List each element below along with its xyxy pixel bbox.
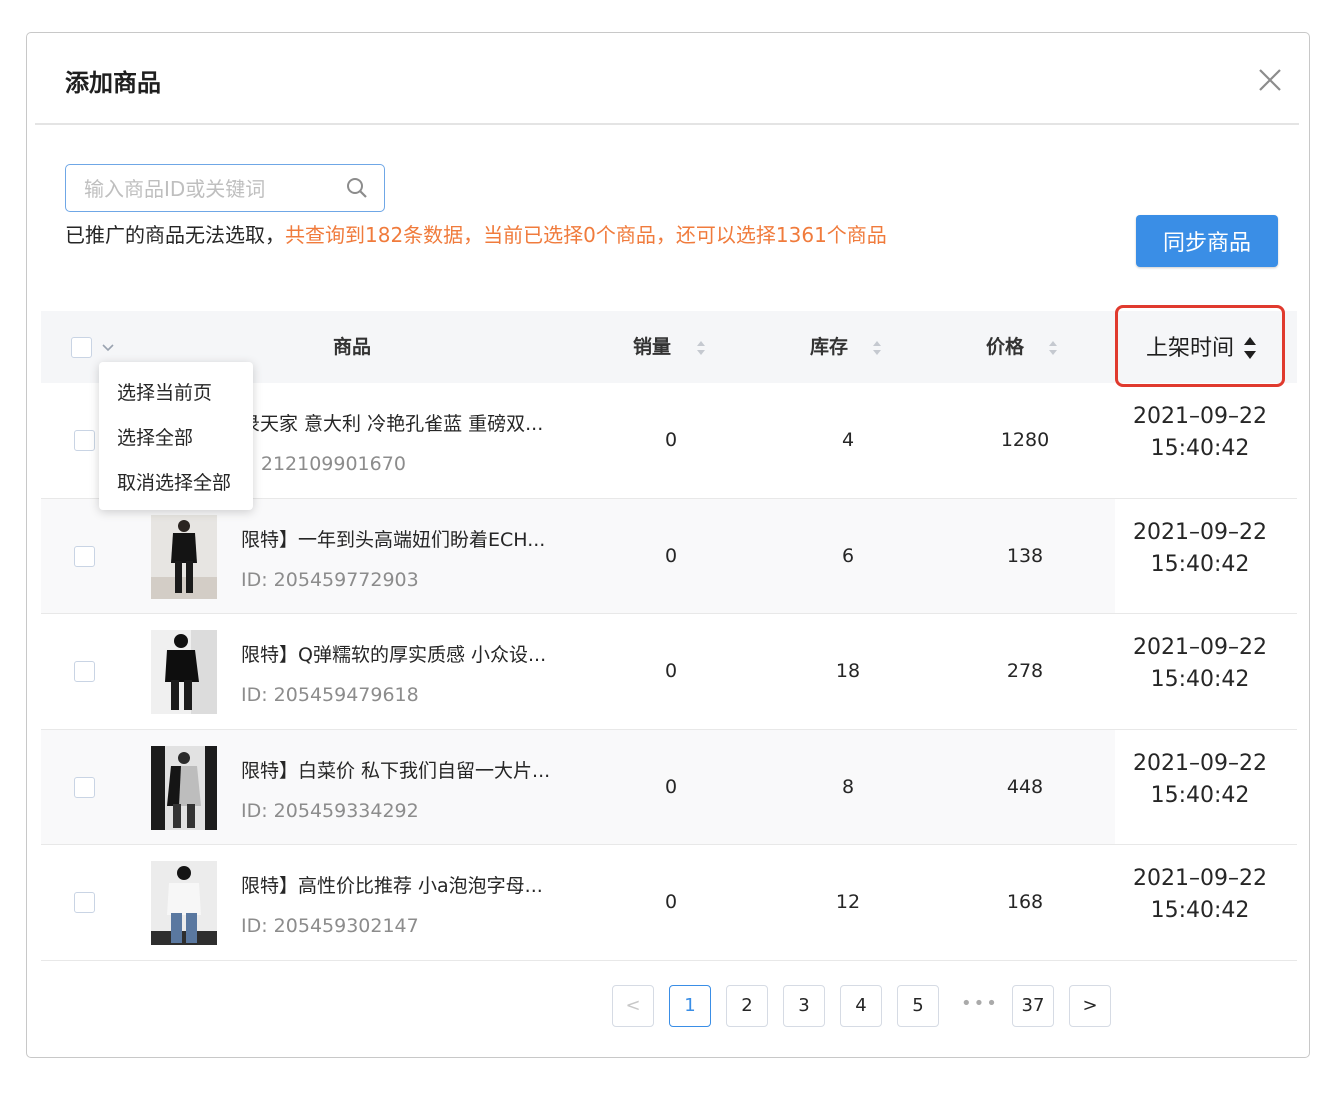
row-checkbox[interactable]: [74, 776, 95, 798]
product-id: ): 212109901670: [241, 453, 406, 475]
stock-value: 8: [841, 775, 855, 798]
sort-icon[interactable]: [1047, 339, 1059, 357]
select-all-checkbox[interactable]: [71, 337, 92, 358]
product-thumbnail: [151, 630, 217, 714]
product-name: 限特】高性价比推荐 小a泡泡字母...: [241, 875, 543, 897]
listed-time: 15:40:42: [1150, 436, 1250, 461]
last-page-button[interactable]: 37: [1012, 985, 1054, 1027]
listed-time: 15:40:42: [1150, 667, 1250, 692]
search-icon[interactable]: [346, 177, 368, 199]
price-value: 1280: [1000, 429, 1050, 451]
product-thumbnail: [151, 745, 217, 830]
listed-time-label: 上架时间: [1146, 336, 1235, 361]
column-listed-time[interactable]: 上架时间: [1115, 305, 1285, 387]
header-divider: [35, 123, 1299, 125]
listed-date: 2021–09–22: [1133, 519, 1267, 545]
menu-item-select-all[interactable]: 选择全部: [117, 423, 193, 450]
listed-time-cell: 2021–09–22 15:40:42: [1115, 383, 1297, 497]
sales-value: 0: [664, 891, 678, 913]
product-name: 限特】白菜价 私下我们自留一大片...: [241, 759, 551, 782]
sort-icon[interactable]: [871, 339, 883, 357]
page-button[interactable]: 5: [897, 985, 939, 1027]
page-button[interactable]: 1: [669, 985, 711, 1027]
product-thumbnail: [151, 514, 217, 599]
column-product: 商品: [333, 336, 372, 358]
listed-date: 2021–09–22: [1133, 635, 1267, 660]
product-id: ID: 205459334292: [241, 799, 419, 822]
row-checkbox[interactable]: [74, 892, 95, 913]
row-checkbox[interactable]: [74, 661, 95, 682]
sales-value: 0: [664, 429, 678, 451]
select-options-dropdown: 选择当前页 选择全部 取消选择全部: [99, 362, 253, 510]
add-product-dialog: 添加商品 已推广的商品无法选取，共查询到182条数据，当前已选择0个商品，还可以…: [26, 32, 1310, 1058]
table-row: 限特】一年到头高端妞们盼着ECH... ID: 205459772903 0 6…: [41, 498, 1297, 614]
search-box[interactable]: [65, 164, 385, 212]
price-value: 278: [1006, 660, 1044, 682]
page-button[interactable]: 3: [783, 985, 825, 1027]
selection-info: 已推广的商品无法选取，共查询到182条数据，当前已选择0个商品，还可以选择136…: [65, 219, 887, 248]
product-name: 限特】Q弹糯软的厚实质感 小众设...: [241, 644, 547, 666]
row-checkbox[interactable]: [74, 545, 95, 567]
product-name: 限特】一年到头高端妞们盼着ECH...: [241, 528, 546, 551]
row-checkbox[interactable]: [74, 430, 95, 451]
listed-date: 2021–09–22: [1133, 750, 1267, 776]
listed-time: 15:40:42: [1150, 551, 1250, 577]
product-id: ID: 205459302147: [241, 915, 419, 937]
stock-value: 12: [835, 891, 861, 913]
menu-item-select-current-page[interactable]: 选择当前页: [117, 378, 212, 405]
page-button[interactable]: 4: [840, 985, 882, 1027]
column-price[interactable]: 价格: [986, 311, 1024, 383]
listed-date: 2021–09–22: [1133, 866, 1267, 891]
menu-item-deselect-all[interactable]: 取消选择全部: [117, 468, 231, 495]
listed-time-cell: 2021–09–22 15:40:42: [1115, 845, 1297, 959]
listed-time-cell: 2021–09–22 15:40:42: [1115, 729, 1297, 844]
search-input[interactable]: [82, 165, 336, 212]
column-stock[interactable]: 库存: [810, 311, 848, 383]
sort-icon[interactable]: [1242, 335, 1258, 361]
price-value: 448: [1006, 775, 1044, 798]
sort-icon[interactable]: [695, 339, 707, 357]
info-count: 共查询到182条数据，当前已选择0个商品，还可以选择1361个商品: [285, 223, 887, 247]
stock-value: 4: [841, 429, 855, 451]
chevron-down-icon[interactable]: [101, 341, 115, 355]
next-page-button[interactable]: >: [1069, 985, 1111, 1027]
column-sales[interactable]: 销量: [633, 311, 671, 383]
table-row: 限特】高性价比推荐 小a泡泡字母... ID: 205459302147 0 1…: [41, 845, 1297, 961]
sync-products-button[interactable]: 同步商品: [1136, 215, 1278, 267]
pagination: < 1 2 3 4 5 ••• 37 >: [27, 985, 1309, 1031]
product-id: ID: 205459479618: [241, 684, 419, 706]
listed-date: 2021–09–22: [1133, 404, 1267, 429]
table-row: 限特】Q弹糯软的厚实质感 小众设... ID: 205459479618 0 1…: [41, 614, 1297, 730]
close-icon[interactable]: [1257, 67, 1283, 93]
dialog-title: 添加商品: [65, 69, 161, 97]
stock-value: 18: [835, 660, 861, 682]
product-thumbnail: [151, 861, 217, 945]
product-id: ID: 205459772903: [241, 568, 419, 591]
price-value: 138: [1006, 544, 1044, 567]
product-name: 录天家 意大利 冷艳孔雀蓝 重磅双...: [241, 413, 544, 435]
listed-time: 15:40:42: [1150, 898, 1250, 923]
price-value: 168: [1006, 891, 1044, 913]
page-button[interactable]: 2: [726, 985, 768, 1027]
listed-time-cell: 2021–09–22 15:40:42: [1115, 614, 1297, 728]
sales-value: 0: [664, 544, 678, 567]
dialog-header: 添加商品: [27, 33, 1309, 123]
info-note: 已推广的商品无法选取，: [65, 223, 285, 247]
stock-value: 6: [841, 544, 855, 567]
pagination-ellipsis[interactable]: •••: [961, 985, 999, 1027]
listed-time-cell: 2021–09–22 15:40:42: [1115, 498, 1297, 613]
sales-value: 0: [664, 775, 678, 798]
listed-time: 15:40:42: [1150, 782, 1250, 808]
prev-page-button[interactable]: <: [612, 985, 654, 1027]
table-row: 限特】白菜价 私下我们自留一大片... ID: 205459334292 0 8…: [41, 729, 1297, 845]
sales-value: 0: [664, 660, 678, 682]
